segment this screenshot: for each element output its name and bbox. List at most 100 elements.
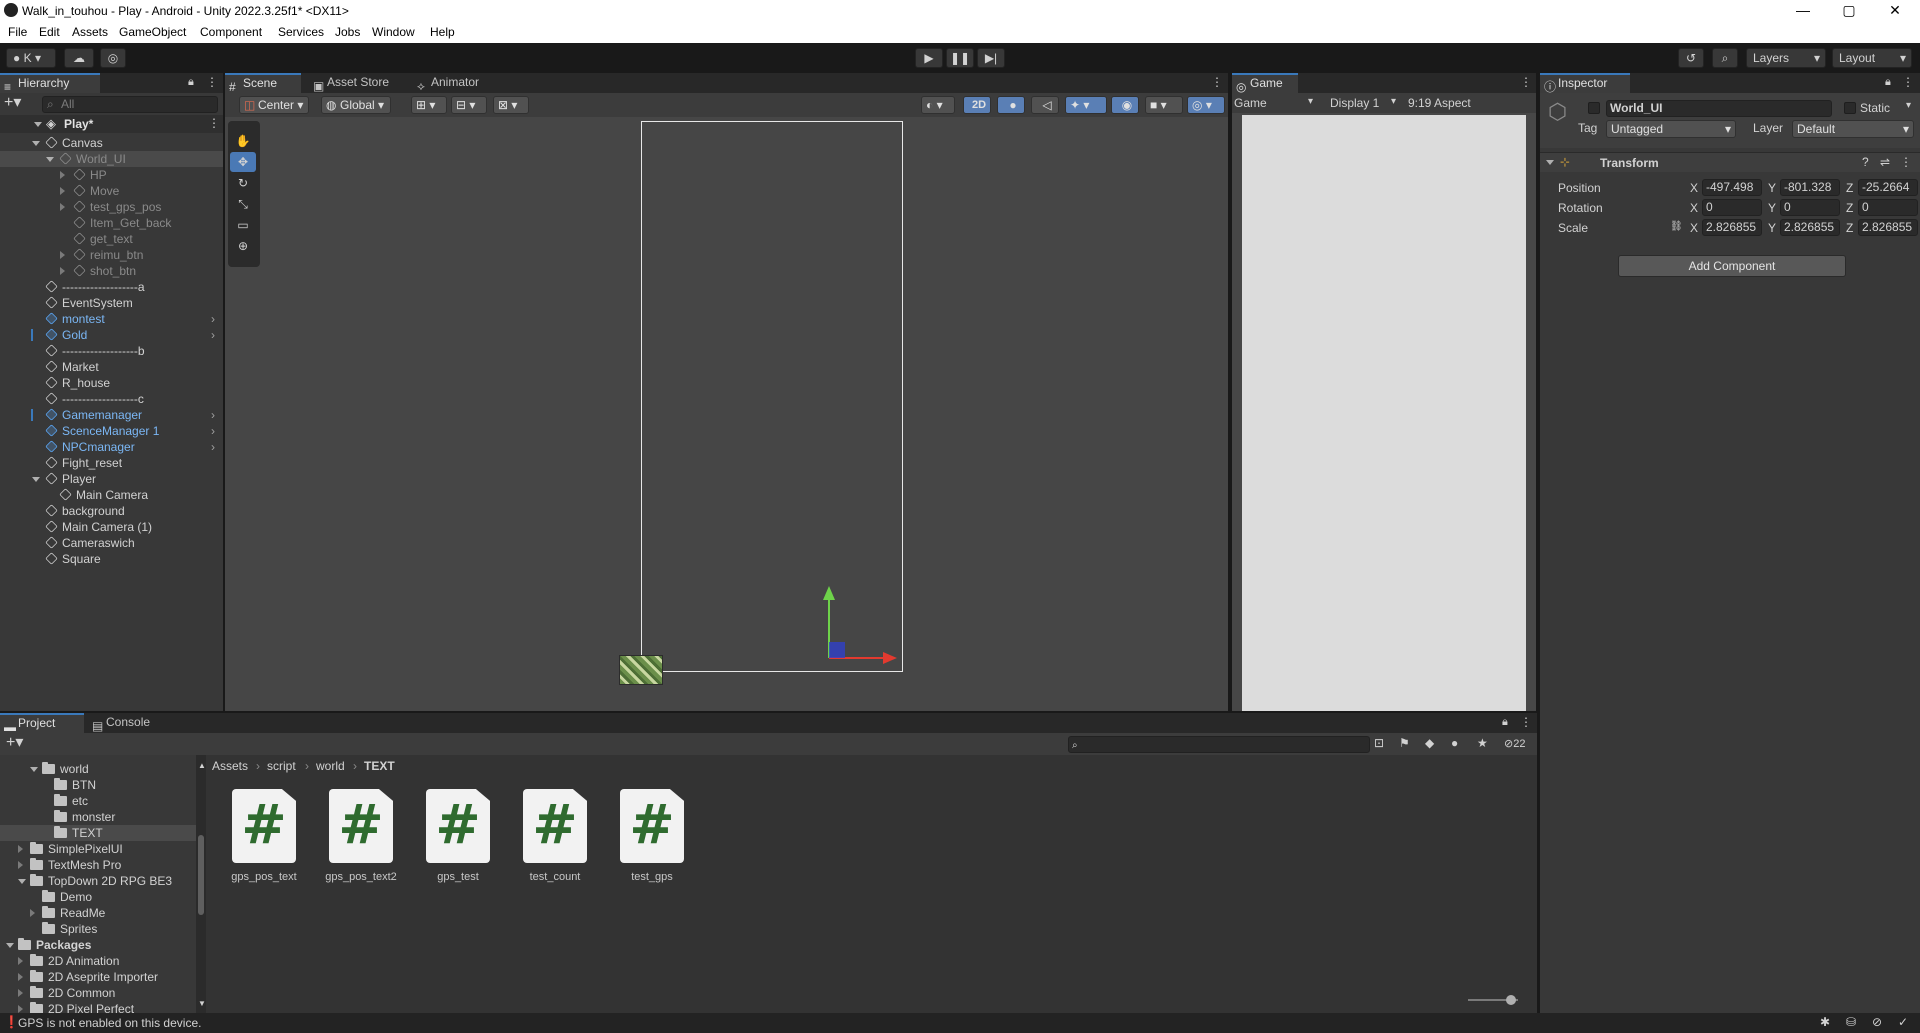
move-gizmo[interactable]	[795, 568, 925, 688]
breadcrumb-text[interactable]: TEXT	[364, 759, 395, 773]
menu-services[interactable]: Services	[278, 25, 324, 39]
tab-game[interactable]: ◎ Game	[1232, 73, 1298, 94]
game-view-screen[interactable]	[1242, 115, 1526, 711]
collapsed-arrow-icon[interactable]	[60, 203, 65, 211]
collapsed-arrow-icon[interactable]	[18, 957, 23, 965]
hierarchy-item[interactable]: Fight_reset	[0, 455, 223, 471]
axis-y-label[interactable]: Y	[1768, 201, 1776, 215]
tab-console[interactable]: ▤ Console	[88, 713, 172, 733]
hierarchy-item[interactable]: Main Camera (1)	[0, 519, 223, 535]
project-folder-item[interactable]: TopDown 2D RPG BE3	[0, 873, 196, 889]
csharp-script-asset[interactable]: #	[523, 789, 587, 863]
project-folder-item[interactable]: BTN	[0, 777, 196, 793]
layer-dropdown[interactable]: Default ▾	[1792, 120, 1914, 138]
scene-header-row[interactable]: ◈ Play* ⋮	[0, 115, 223, 133]
collab-button[interactable]: ◎	[100, 48, 126, 68]
hierarchy-item[interactable]: ScenceManager 1 ›	[0, 423, 223, 439]
hierarchy-item[interactable]: Cameraswich	[0, 535, 223, 551]
lock-icon[interactable]: 🔒︎	[1502, 716, 1508, 729]
axis-y-label[interactable]: Y	[1768, 181, 1776, 195]
constrain-proportions-icon[interactable]: ⛓	[1670, 221, 1683, 232]
undo-history-button[interactable]: ↺	[1678, 48, 1704, 68]
menu-file[interactable]: File	[8, 25, 27, 39]
tab-animator[interactable]: ⟡ Animator	[413, 73, 513, 93]
collapsed-arrow-icon[interactable]	[60, 171, 65, 179]
asset-name[interactable]: test_count	[510, 871, 600, 883]
hand-tool-icon[interactable]: ✋	[230, 131, 256, 151]
csharp-script-asset[interactable]: #	[620, 789, 684, 863]
axis-x-label[interactable]: X	[1690, 221, 1698, 235]
hierarchy-item[interactable]: Player	[0, 471, 223, 487]
more-icon[interactable]: ⋮	[1520, 715, 1532, 729]
hierarchy-search-input[interactable]: ⌕ All	[42, 96, 218, 113]
hierarchy-item[interactable]: NPCmanager ›	[0, 439, 223, 455]
add-component-button[interactable]: Add Component	[1618, 255, 1846, 277]
hierarchy-item[interactable]: R_house	[0, 375, 223, 391]
hierarchy-item[interactable]: EventSystem	[0, 295, 223, 311]
tag-dropdown[interactable]: Untagged ▾	[1606, 120, 1736, 138]
hierarchy-item[interactable]: Square	[0, 551, 223, 567]
2d-mode-toggle[interactable]: 2D	[963, 96, 991, 114]
transform-z-field[interactable]: 2.826855	[1858, 219, 1918, 236]
menu-jobs[interactable]: Jobs	[335, 25, 360, 39]
csharp-script-asset[interactable]: #	[329, 789, 393, 863]
more-icon[interactable]: ⋮	[1520, 75, 1532, 89]
pivot-dropdown[interactable]: ◫ Center ▾	[239, 96, 309, 114]
axis-x-label[interactable]: X	[1690, 181, 1698, 195]
hierarchy-item[interactable]: reimu_btn	[0, 247, 223, 263]
tab-scene[interactable]: # Scene	[225, 73, 301, 94]
transform-x-field[interactable]: 2.826855	[1702, 219, 1762, 236]
hierarchy-item[interactable]: background	[0, 503, 223, 519]
transform-y-field[interactable]: 2.826855	[1780, 219, 1840, 236]
menu-edit[interactable]: Edit	[39, 25, 60, 39]
collapsed-arrow-icon[interactable]	[30, 909, 35, 917]
tab-inspector[interactable]: ⓘ Inspector	[1540, 73, 1630, 94]
more-icon[interactable]: ⋮	[208, 116, 220, 130]
transform-x-field[interactable]: -497.498	[1702, 179, 1762, 196]
project-folder-item[interactable]: 2D Pixel Perfect	[0, 1001, 196, 1013]
axis-z-label[interactable]: Z	[1846, 181, 1853, 195]
maximize-button[interactable]: ▢	[1826, 0, 1872, 22]
scrollbar-thumb[interactable]	[198, 835, 204, 915]
expand-arrow-icon[interactable]	[32, 477, 40, 482]
network-icon[interactable]: ⊘	[1872, 1015, 1882, 1029]
project-folder-item[interactable]: TextMesh Pro	[0, 857, 196, 873]
effects-dropdown[interactable]: ✦ ▾	[1065, 96, 1107, 114]
hierarchy-item[interactable]: test_gps_pos	[0, 199, 223, 215]
lock-icon[interactable]: 🔒︎	[1885, 76, 1891, 89]
move-tool-icon[interactable]: ✥	[230, 152, 256, 172]
scroll-up-icon[interactable]: ▲	[198, 761, 206, 770]
project-folder-item[interactable]: Demo	[0, 889, 196, 905]
tab-hierarchy[interactable]: ≡ Hierarchy	[0, 73, 100, 94]
hidden-packages-count[interactable]: ⊘22	[1504, 737, 1525, 750]
hierarchy-item[interactable]: HP	[0, 167, 223, 183]
cache-icon[interactable]: ⛁	[1846, 1015, 1856, 1029]
axis-y-label[interactable]: Y	[1768, 221, 1776, 235]
chevron-right-icon[interactable]: ›	[211, 407, 215, 423]
aspect-dropdown[interactable]: 9:19 Aspect	[1408, 96, 1471, 110]
player-sprite[interactable]	[619, 655, 663, 685]
scroll-down-icon[interactable]: ▼	[198, 999, 206, 1008]
transform-tool-icon[interactable]: ⊕	[230, 236, 256, 256]
step-button[interactable]: ▶|	[977, 48, 1005, 68]
help-icon[interactable]: ?	[1862, 155, 1869, 169]
slider-thumb[interactable]	[1506, 995, 1516, 1005]
transform-z-field[interactable]: 0	[1858, 199, 1918, 216]
close-button[interactable]: ✕	[1872, 0, 1918, 22]
minimize-button[interactable]: —	[1780, 0, 1826, 22]
hierarchy-item[interactable]: World_UI	[0, 151, 223, 167]
create-button[interactable]: +▾	[4, 94, 32, 112]
breadcrumb-script[interactable]: script	[267, 759, 296, 773]
axis-x-label[interactable]: X	[1690, 201, 1698, 215]
hierarchy-item[interactable]: Market	[0, 359, 223, 375]
hierarchy-item[interactable]: shot_btn	[0, 263, 223, 279]
collapsed-arrow-icon[interactable]	[60, 251, 65, 259]
expand-arrow-icon[interactable]	[32, 141, 40, 146]
tree-scrollbar[interactable]: ▲ ▼	[196, 755, 206, 1013]
scale-tool-icon[interactable]: ⤡	[230, 194, 256, 214]
hierarchy-item[interactable]: Move	[0, 183, 223, 199]
grid-snap-dropdown[interactable]: ⊞ ▾	[411, 96, 447, 114]
chevron-right-icon[interactable]: ›	[211, 327, 215, 343]
project-folder-item[interactable]: ReadMe	[0, 905, 196, 921]
menu-gameobject[interactable]: GameObject	[119, 25, 186, 39]
